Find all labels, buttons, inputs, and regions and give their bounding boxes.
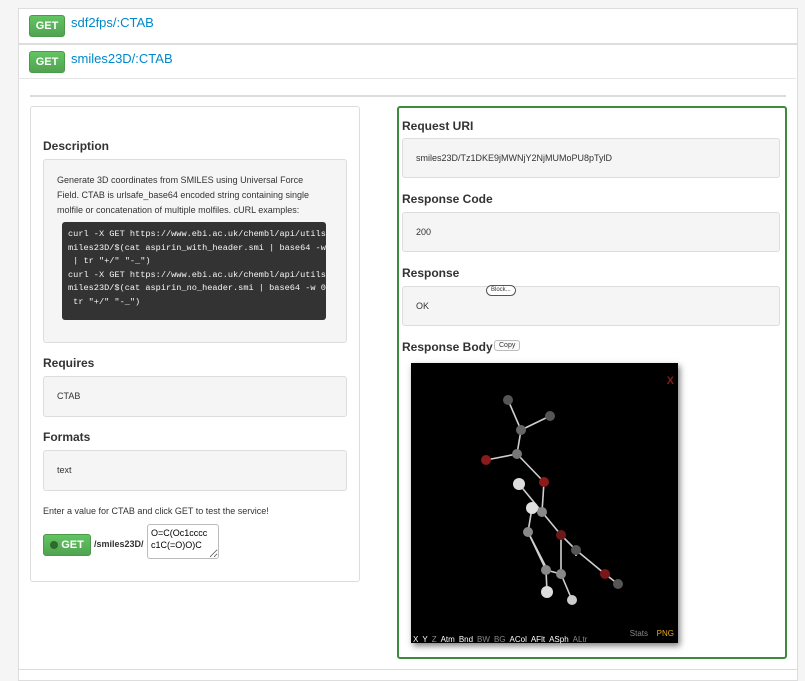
endpoint-link-sdf2fps[interactable]: sdf2fps/:CTAB [71,15,154,30]
toolbar-bg[interactable]: BG [494,635,506,644]
bond [575,549,606,575]
atom-hydrogen [526,502,538,514]
atom-carbon [541,565,551,575]
molecule-render[interactable] [411,363,678,643]
atom-hydrogen [567,595,577,605]
bond [527,531,548,570]
code-line: tr "+/" "-_") [68,296,141,307]
atom-carbon [545,411,555,421]
curl-example-code: curl -X GET https://www.ebi.ac.uk/chembl… [62,222,337,320]
description-heading: Description [43,139,110,153]
formats-box [43,450,347,491]
get-method-badge-sdf2fps[interactable]: GET [29,15,65,37]
endpoint-link-smiles23d[interactable]: smiles23D/:CTAB [71,51,173,66]
toolbar-y[interactable]: Y [422,635,427,644]
response-code-heading: Response Code [402,192,493,206]
toolbar-bw[interactable]: BW [477,635,490,644]
toolbar-stats[interactable]: Stats [630,629,648,638]
get-method-badge-smiles23d[interactable]: GET [29,51,65,73]
toolbar-atm[interactable]: Atm [441,635,455,644]
atom-carbon [571,545,581,555]
atom-oxygen [556,530,566,540]
toolbar-png[interactable]: PNG [657,629,674,638]
atom-carbon [503,395,513,405]
requires-value: CTAB [57,391,81,401]
description-line: Field. CTAB is urlsafe_base64 encoded st… [57,190,309,200]
toolbar-acol[interactable]: ACol [510,635,527,644]
atom-carbon [556,569,566,579]
toolbar-altr[interactable]: ALtr [573,635,588,644]
toolbar-z[interactable]: Z [432,635,437,644]
try-path-label: /smiles23D/ [94,539,144,549]
description-line: Generate 3D coordinates from SMILES usin… [57,175,304,185]
toolbar-x[interactable]: X [413,635,418,644]
formats-value: text [57,465,72,475]
copy-button[interactable]: Copy [494,340,521,351]
viewer-toolbar: X Y Z Atm Bnd BW BG ACol AFlt ASph ALtr Stats PNG [413,629,676,644]
request-uri-value: smiles23D/Tz1DKE9jMWNjY2NjMUMoPU8pTylD [416,153,613,163]
atom-carbon [523,527,533,537]
section-divider [30,95,786,97]
request-uri-heading: Request URI [402,119,474,133]
atom-carbon [516,425,526,435]
ctab-input[interactable]: O=C(Oc1cccc c1C(=O)O)C [147,524,219,559]
try-it-instruction: Enter a value for CTAB and click GET to … [43,506,269,516]
response-body-heading: Response Body [402,340,493,354]
toolbar-asph[interactable]: ASph [549,635,569,644]
response-value: OK [416,301,430,311]
code-line: curl -X GET https://www.ebi.ac.uk/chembl… [68,269,337,280]
try-get-label: GET [61,539,84,551]
response-code-box [402,212,780,252]
block-tooltip[interactable]: Block... [486,285,516,296]
response-heading: Response [402,266,460,280]
atom-oxygen [600,569,610,579]
requires-box [43,376,347,417]
requires-heading: Requires [43,356,95,370]
viewer-close-icon[interactable]: X [667,375,674,387]
description-line: molfile or concatenation of multiple mol… [57,205,300,215]
toolbar-bnd[interactable]: Bnd [459,635,473,644]
code-line: curl -X GET https://www.ebi.ac.uk/chembl… [68,229,337,239]
code-line: miles23D/$(cat aspirin_with_header.smi |… [68,242,337,253]
toolbar-aflt[interactable]: AFlt [531,635,545,644]
description-text: Generate 3D coordinates from SMILES usin… [57,173,309,218]
molecule-viewer[interactable]: X X Y Z Atm Bnd BW BG ACol AFlt ASph ALtr Stats PN… [411,363,678,644]
endpoint-divider [18,78,796,79]
next-endpoint-bar [18,669,798,681]
play-icon [50,541,59,549]
atom-hydrogen [513,478,525,490]
atom-carbon [512,449,522,459]
atom-hydrogen [541,586,553,598]
response-box [402,286,780,326]
response-code-value: 200 [416,227,432,237]
code-line: | tr "+/" "-_") [68,256,151,266]
atom-oxygen [539,477,549,487]
try-get-button[interactable]: GET [43,534,91,556]
atom-carbon [537,507,547,517]
bond [516,453,545,483]
atom-carbon [613,579,623,589]
code-line: miles23D/$(cat aspirin_no_header.smi | b… [68,283,337,293]
formats-heading: Formats [43,430,91,444]
atom-oxygen [481,455,491,465]
